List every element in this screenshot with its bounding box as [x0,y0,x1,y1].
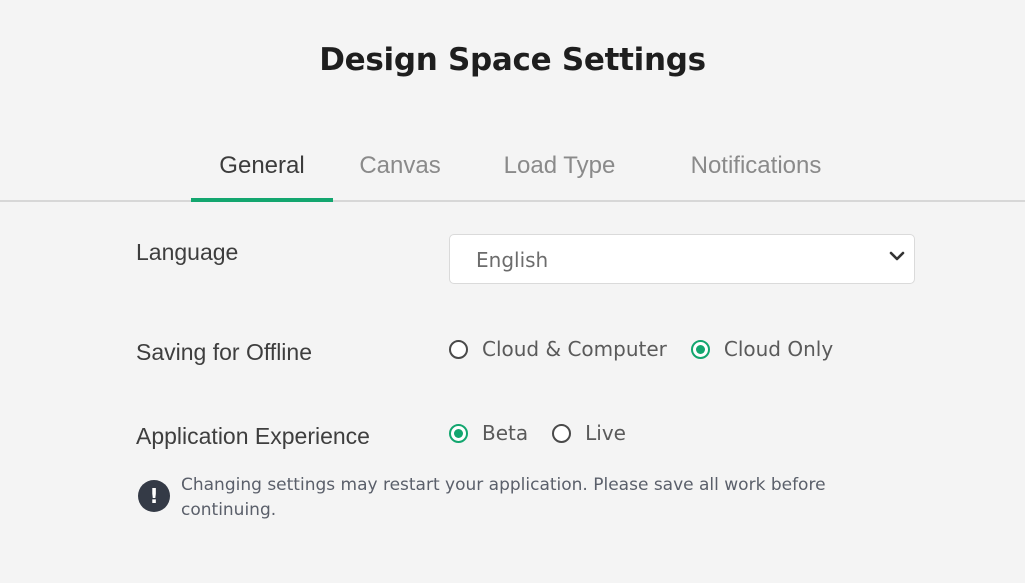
saving-offline-radio-group: Cloud & Computer Cloud Only [449,337,857,361]
radio-unchecked-icon [552,423,572,443]
tab-canvas[interactable]: Canvas [350,148,450,200]
radio-unchecked-icon [449,339,468,359]
page-title: Design Space Settings [319,42,706,78]
saving-offline-label: Saving for Offline [136,339,313,365]
tab-notifications[interactable]: Notifications [675,148,837,200]
radio-label: Live [585,421,626,445]
radio-live[interactable]: Live [552,421,626,445]
radio-label: Cloud Only [723,337,834,361]
radio-label: Beta [482,421,529,445]
tab-bar: General Canvas Load Type Notifications [0,148,1025,202]
language-select[interactable]: English [449,234,915,284]
tab-general[interactable]: General [191,148,333,202]
radio-label: Cloud & Computer [482,337,667,361]
radio-checked-icon [690,339,710,359]
language-value: English [476,248,549,272]
radio-beta[interactable]: Beta [449,421,528,445]
notice-text: Changing settings may restart your appli… [181,475,826,520]
radio-checked-icon [449,423,468,443]
app-experience-label: Application Experience [136,423,370,449]
chevron-down-icon [889,251,905,261]
tab-load-type[interactable]: Load Type [492,148,627,200]
language-label: Language [136,239,239,265]
radio-cloud-and-computer[interactable]: Cloud & Computer [449,337,667,361]
app-experience-radio-group: Beta Live [449,421,650,445]
radio-cloud-only[interactable]: Cloud Only [690,337,834,361]
exclamation-icon: ! [138,480,170,512]
